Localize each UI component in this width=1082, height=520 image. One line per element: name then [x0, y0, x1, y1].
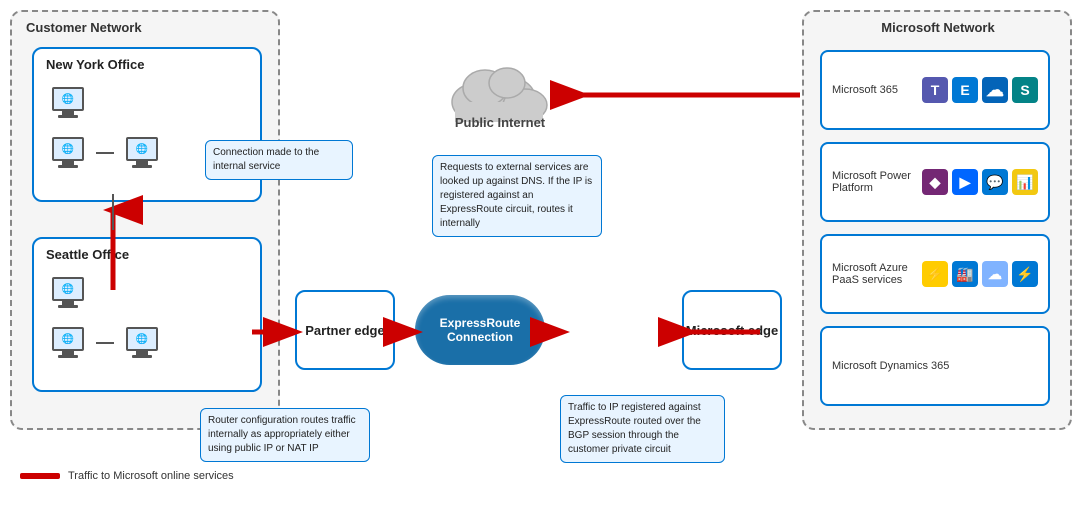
ms-365-icons: T E ☁ S [922, 77, 1038, 103]
ms-azure-icons: ⚡ 🏭 ☁ ⚡ [922, 261, 1038, 287]
computer-icon-sea2: 🌐 [52, 327, 84, 358]
public-internet-label: Public Internet [455, 115, 545, 130]
monitor-ny3: 🌐 [126, 137, 158, 161]
computer-icon-ny1: 🌐 [52, 87, 84, 118]
ms-dynamics-label: Microsoft Dynamics 365 [832, 360, 1038, 372]
legend-label: Traffic to Microsoft online services [68, 470, 234, 482]
legend: Traffic to Microsoft online services [20, 470, 234, 482]
ms-power-box: Microsoft Power Platform ◆ ▶ 💬 📊 [820, 142, 1050, 222]
monitor-ny2: 🌐 [52, 137, 84, 161]
customer-network-box: Customer Network New York Office 🌐 🌐 [10, 10, 280, 430]
monitor-sea3: 🌐 [126, 327, 158, 351]
teams-icon: T [922, 77, 948, 103]
onedrive-icon: ☁ [982, 77, 1008, 103]
azure-factory-icon: 🏭 [952, 261, 978, 287]
edge-icon: E [952, 77, 978, 103]
computer-icon-ny3: 🌐 [126, 137, 158, 168]
callout-seattle-router: Router configuration routes traffic inte… [200, 408, 370, 462]
microsoft-network-label: Microsoft Network [818, 20, 1058, 35]
expressroute-box: ExpressRoute Connection [415, 295, 545, 365]
ms-365-label: Microsoft 365 [832, 84, 922, 96]
callout-ny-connection: Connection made to the internal service [205, 140, 353, 180]
cloud-icon [445, 50, 555, 125]
monitor-ny1: 🌐 [52, 87, 84, 111]
diagram-container: Customer Network New York Office 🌐 🌐 [0, 0, 1082, 490]
callout-traffic-ip: Traffic to IP registered against Express… [560, 395, 725, 463]
seattle-office-box: Seattle Office 🌐 🌐 🌐 [32, 237, 262, 392]
legend-line [20, 473, 60, 479]
azure-func-icon: ⚡ [922, 261, 948, 287]
powerautomate-icon: ▶ [952, 169, 978, 195]
powervirtualagents-icon: 📊 [1012, 169, 1038, 195]
ms-power-label: Microsoft Power Platform [832, 170, 922, 194]
ny-office-label: New York Office [46, 57, 145, 72]
seattle-office-label: Seattle Office [46, 247, 129, 262]
ms-azure-box: Microsoft Azure PaaS services ⚡ 🏭 ☁ ⚡ [820, 234, 1050, 314]
computer-icon-sea1: 🌐 [52, 277, 84, 308]
callout-dns: Requests to external services are looked… [432, 155, 602, 237]
microsoft-edge-box: Microsoft edge [682, 290, 782, 370]
ms-azure-label: Microsoft Azure PaaS services [832, 262, 922, 286]
monitor-sea1: 🌐 [52, 277, 84, 301]
ms-power-icons: ◆ ▶ 💬 📊 [922, 169, 1038, 195]
computer-icon-ny2: 🌐 [52, 137, 84, 168]
azure-logic-icon: ⚡ [1012, 261, 1038, 287]
powerbi-icon: 💬 [982, 169, 1008, 195]
ms-365-box: Microsoft 365 T E ☁ S [820, 50, 1050, 130]
partner-edge-box: Partner edge [295, 290, 395, 370]
customer-network-label: Customer Network [26, 20, 142, 35]
powerapps-icon: ◆ [922, 169, 948, 195]
ms-dynamics-box: Microsoft Dynamics 365 [820, 326, 1050, 406]
monitor-sea2: 🌐 [52, 327, 84, 351]
computer-icon-sea3: 🌐 [126, 327, 158, 358]
public-internet: Public Internet [430, 35, 570, 145]
sharepoint-icon: S [1012, 77, 1038, 103]
azure-cloud-icon: ☁ [982, 261, 1008, 287]
microsoft-network-box: Microsoft Network Microsoft 365 T E ☁ S … [802, 10, 1072, 430]
